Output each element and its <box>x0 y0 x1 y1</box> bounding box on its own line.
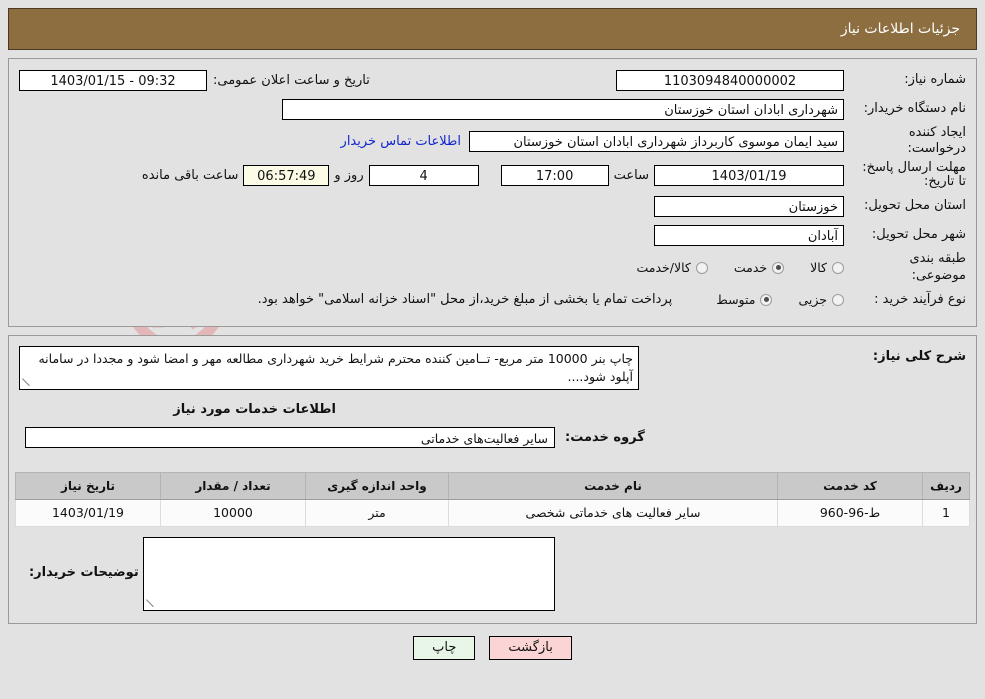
radio-selected-icon <box>760 293 773 306</box>
col-header-radif: ردیف <box>922 471 970 500</box>
page-title: جزئیات اطلاعات نیاز <box>840 21 960 37</box>
city-value: آبادان <box>654 224 844 246</box>
service-group-label: گروه خدمت: <box>565 429 645 445</box>
radio-icon <box>832 293 844 306</box>
col-header-unit: واحد اندازه گیری <box>305 471 449 500</box>
province-label: استان محل تحویل: <box>864 198 966 214</box>
process-radio-jozyi[interactable]: جزیی <box>798 292 844 307</box>
buyer-contact-link[interactable]: اطلاعات تماس خریدار <box>341 134 461 149</box>
public-announce-label: تاریخ و ساعت اعلان عمومی: <box>213 72 370 88</box>
need-number-value: 1103094840000002 <box>616 69 844 91</box>
process-type-label: نوع فرآیند خرید : <box>874 291 966 307</box>
category-option-label: کالا/خدمت <box>636 260 691 276</box>
table-row: 1 ط-96-960 سایر فعالیت های خدماتی شخصی م… <box>15 499 970 527</box>
category-radio-kala[interactable]: کالا <box>810 260 844 275</box>
description-value: چاپ بنر 10000 متر مربع- تــامین کننده مح… <box>19 345 639 390</box>
row-province: استان محل تحویل: خوزستان <box>19 193 966 219</box>
deadline-time-value: 17:00 <box>500 164 609 186</box>
description-text: چاپ بنر 10000 متر مربع- تــامین کننده مح… <box>38 350 633 384</box>
services-table: ردیف کد خدمت نام خدمت واحد اندازه گیری ت… <box>15 471 970 527</box>
footer-button-bar: بازگشت چاپ <box>0 635 985 660</box>
radio-icon <box>695 261 708 274</box>
deadline-time-label: ساعت <box>613 167 649 183</box>
back-button[interactable]: بازگشت <box>489 635 572 660</box>
col-header-qty: تعداد / مقدار <box>160 471 306 500</box>
row-description: شرح کلی نیاز: چاپ بنر 10000 متر مربع- تـ… <box>19 345 966 390</box>
services-panel: شرح کلی نیاز: چاپ بنر 10000 متر مربع- تـ… <box>8 334 977 624</box>
deadline-remaining-value: 06:57:49 <box>243 164 330 186</box>
need-info-panel: شماره نیاز: 1103094840000002 تاریخ و ساع… <box>8 58 977 327</box>
row-creator: ایجاد کننده درخواست: سید ایمان موسوی کار… <box>19 125 966 158</box>
process-option-label: متوسط <box>716 292 756 308</box>
row-category: طبقه بندی موضوعی: کالا خدمت کالا/خدمت <box>19 251 966 284</box>
deadline-remaining-label: ساعت باقی مانده <box>141 167 239 183</box>
buyer-org-label: نام دستگاه خریدار: <box>863 100 966 116</box>
row-deadline: مهلت ارسال پاسخ: تا تاریخ: 1403/01/19 سا… <box>19 159 966 191</box>
radio-selected-icon <box>772 261 785 274</box>
process-radio-motavaset[interactable]: متوسط <box>716 292 773 308</box>
cell-radif: 1 <box>922 499 970 527</box>
buyer-org-value: شهرداری ابادان استان خوزستان <box>282 98 844 120</box>
cell-name: سایر فعالیت های خدماتی شخصی <box>448 499 778 527</box>
cell-date: 1403/01/19 <box>15 499 161 527</box>
deadline-days-label: روز و <box>334 167 364 183</box>
category-option-label: کالا <box>810 260 827 276</box>
deadline-days-value: 4 <box>368 164 479 186</box>
col-header-code: کد خدمت <box>777 471 923 500</box>
col-header-date: تاریخ نیاز <box>15 471 161 500</box>
row-city: شهر محل تحویل: آبادان <box>19 222 966 248</box>
category-radio-group: کالا خدمت کالا/خدمت <box>610 260 844 275</box>
category-option-label: خدمت <box>733 260 768 276</box>
city-label: شهر محل تحویل: <box>871 227 966 243</box>
buyer-notes-label: توضیحات خریدار: <box>28 564 139 580</box>
public-announce-value: 09:32 - 1403/01/15 <box>19 69 207 91</box>
print-button[interactable]: چاپ <box>413 635 476 660</box>
services-heading: اطلاعات خدمات مورد نیاز <box>173 401 336 417</box>
process-type-note: پرداخت تمام یا بخشی از مبلغ خرید،از محل … <box>257 292 673 308</box>
buyer-notes-textarea[interactable] <box>142 536 556 611</box>
category-radio-khedmat[interactable]: خدمت <box>733 260 785 276</box>
province-value: خوزستان <box>654 195 844 217</box>
description-label: شرح کلی نیاز: <box>872 348 966 364</box>
row-need-number: شماره نیاز: 1103094840000002 تاریخ و ساع… <box>19 67 966 93</box>
table-header-row: ردیف کد خدمت نام خدمت واحد اندازه گیری ت… <box>15 471 970 500</box>
process-option-label: جزیی <box>798 292 827 308</box>
process-type-radio-group: جزیی متوسط <box>690 292 844 307</box>
radio-icon <box>832 261 844 274</box>
col-header-name: نام خدمت <box>448 471 778 500</box>
cell-code: ط-96-960 <box>777 499 923 527</box>
service-group-value: سایر فعالیت‌های خدماتی <box>25 426 555 448</box>
row-service-group: گروه خدمت: سایر فعالیت‌های خدماتی <box>19 426 966 448</box>
services-table-wrap: ردیف کد خدمت نام خدمت واحد اندازه گیری ت… <box>15 471 970 527</box>
category-label: طبقه بندی موضوعی: <box>909 251 967 283</box>
row-buyer-notes: توضیحات خریدار: <box>9 527 976 623</box>
creator-label: ایجاد کننده درخواست: <box>907 125 966 157</box>
deadline-label: مهلت ارسال پاسخ: تا تاریخ: <box>862 159 966 190</box>
cell-qty: 10000 <box>160 499 306 527</box>
row-process-type: نوع فرآیند خرید : جزیی متوسط پرداخت تمام… <box>19 287 966 313</box>
resize-grip-icon <box>22 378 32 388</box>
category-radio-kala-khedmat[interactable]: کالا/خدمت <box>636 260 708 276</box>
cell-unit: متر <box>305 499 449 527</box>
resize-grip-icon <box>145 599 156 609</box>
page-title-bar: جزئیات اطلاعات نیاز <box>8 8 977 50</box>
need-number-label: شماره نیاز: <box>904 71 966 87</box>
deadline-date-value: 1403/01/19 <box>654 164 844 186</box>
row-buyer-org: نام دستگاه خریدار: شهرداری ابادان استان … <box>19 96 966 122</box>
creator-value: سید ایمان موسوی کاربرداز شهرداری ابادان … <box>469 130 844 152</box>
